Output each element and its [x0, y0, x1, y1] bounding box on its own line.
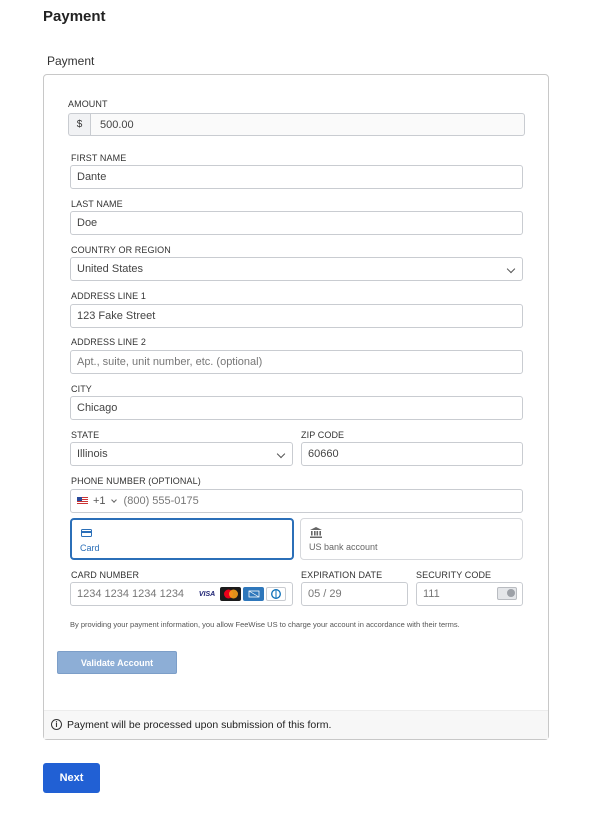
card-number-label: CARD NUMBER — [71, 570, 140, 580]
expiration-date-input[interactable]: 05 / 29 — [301, 582, 408, 606]
card-number-placeholder: 1234 1234 1234 1234 — [77, 588, 185, 600]
phone-input[interactable]: +1 (800) 555-0175 — [70, 489, 523, 513]
phone-label: PHONE NUMBER (OPTIONAL) — [71, 476, 201, 486]
address-line-1-input[interactable]: 123 Fake Street — [70, 304, 523, 328]
last-name-input[interactable]: Doe — [70, 211, 523, 235]
country-value: United States — [77, 263, 144, 275]
first-name-input[interactable]: Dante — [70, 165, 523, 189]
info-icon: i — [51, 719, 62, 730]
last-name-value: Doe — [77, 217, 98, 229]
security-code-label: SECURITY CODE — [416, 570, 492, 580]
state-label: STATE — [71, 430, 100, 440]
credit-card-icon — [81, 529, 92, 537]
info-banner: i Payment will be processed upon submiss… — [44, 710, 548, 739]
info-message: Payment will be processed upon submissio… — [67, 719, 332, 731]
visa-icon: VISA — [196, 587, 218, 601]
currency-symbol: $ — [68, 113, 90, 136]
zip-code-label: ZIP CODE — [301, 430, 345, 440]
validate-account-button[interactable]: Validate Account — [57, 651, 177, 674]
amount-label: AMOUNT — [68, 99, 108, 109]
amount-input[interactable]: 500.00 — [90, 113, 525, 136]
diners-club-icon — [266, 587, 286, 601]
mastercard-icon — [220, 587, 241, 601]
phone-country-code[interactable]: +1 — [93, 495, 106, 507]
tab-card[interactable]: Card — [70, 518, 294, 560]
state-select[interactable]: Illinois — [70, 442, 293, 466]
amex-icon — [243, 587, 264, 601]
next-button[interactable]: Next — [43, 763, 100, 793]
address-line-2-input[interactable]: Apt., suite, unit number, etc. (optional… — [70, 350, 523, 374]
tab-us-bank-account[interactable]: US bank account — [300, 518, 523, 560]
bank-icon — [310, 527, 322, 538]
state-value: Illinois — [77, 448, 108, 460]
city-label: CITY — [71, 384, 92, 394]
tab-card-label: Card — [80, 543, 100, 553]
expiration-date-placeholder: 05 / 29 — [308, 588, 342, 600]
expiration-date-label: EXPIRATION DATE — [301, 570, 383, 580]
chevron-down-icon — [276, 449, 286, 459]
phone-placeholder: (800) 555-0175 — [123, 495, 199, 507]
us-flag-icon[interactable] — [77, 497, 88, 505]
zip-code-input[interactable]: 60660 — [301, 442, 523, 466]
city-input[interactable]: Chicago — [70, 396, 523, 420]
country-select[interactable]: United States — [70, 257, 523, 281]
security-code-placeholder: 111 — [423, 588, 440, 600]
section-title: Payment — [47, 54, 95, 68]
zip-code-value: 60660 — [308, 448, 339, 460]
chevron-down-icon — [506, 264, 516, 274]
cvc-card-icon — [497, 587, 517, 600]
country-label: COUNTRY OR REGION — [71, 245, 171, 255]
first-name-label: FIRST NAME — [71, 153, 127, 163]
address-line-1-label: ADDRESS LINE 1 — [71, 291, 146, 301]
consent-text: By providing your payment information, y… — [70, 620, 460, 629]
address-line-1-value: 123 Fake Street — [77, 310, 156, 322]
city-value: Chicago — [77, 402, 118, 414]
chevron-down-icon[interactable] — [110, 497, 117, 503]
tab-us-bank-account-label: US bank account — [309, 542, 378, 552]
page-title: Payment — [43, 8, 106, 25]
last-name-label: LAST NAME — [71, 199, 123, 209]
address-line-2-label: ADDRESS LINE 2 — [71, 337, 146, 347]
address-line-2-placeholder: Apt., suite, unit number, etc. (optional… — [77, 356, 263, 368]
first-name-value: Dante — [77, 171, 107, 183]
